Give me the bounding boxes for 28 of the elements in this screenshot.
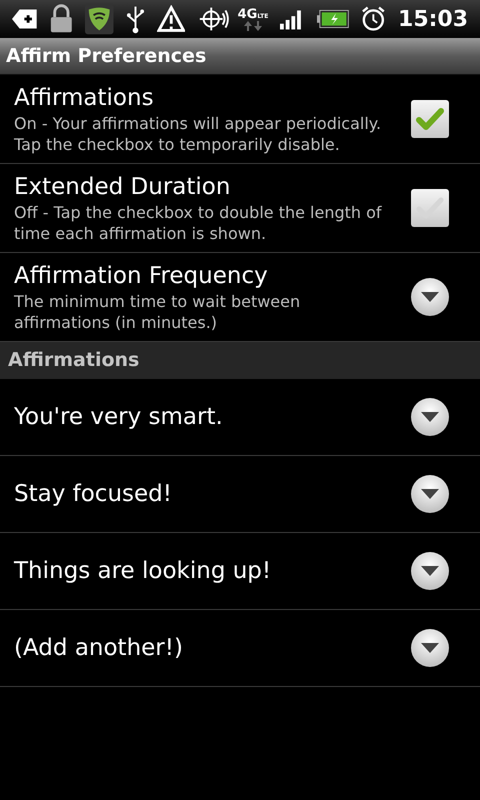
section-header-label: Affirmations: [8, 348, 140, 374]
clock-time: 15:03: [398, 6, 468, 34]
affirmation-text: Things are looking up!: [14, 556, 272, 586]
tag-plus-icon: [12, 9, 37, 29]
affirmation-text: You're very smart.: [14, 402, 224, 432]
affirmation-row[interactable]: Things are looking up!: [0, 533, 480, 610]
alarm-clock-icon: [361, 5, 386, 33]
checkbox[interactable]: [410, 188, 450, 228]
preference-summary: On - Your affirmations will appear periodically. Tap the checkbox to temporarily disable.: [14, 113, 382, 155]
affirmation-text: Stay focused!: [14, 480, 173, 509]
affirmation-row[interactable]: Stay focused!: [0, 456, 480, 533]
affirmation-text: (Add another!): [14, 634, 184, 663]
preference-title: Extended Duration: [14, 173, 232, 202]
preference-summary: The minimum time to wait between affirmations (in minutes.): [14, 291, 302, 333]
preference-summary: Off - Tap the checkbox to double the length of time each affirmation is shown.: [14, 202, 383, 244]
preference-row[interactable]: Affirmations On - Your affirmations will appear periodically. Tap the checkbox to temporarily disable.: [0, 75, 480, 164]
usb-icon: [126, 4, 145, 34]
lock-icon: [48, 4, 74, 34]
affirmation-row[interactable]: (Add another!): [0, 610, 480, 687]
battery-charging-icon: [317, 9, 350, 29]
checkbox[interactable]: [410, 99, 450, 139]
preference-title: Affirmations: [14, 84, 155, 113]
affirmation-row[interactable]: You're very smart.: [0, 379, 480, 456]
preference-title: Affirmation Frequency: [14, 262, 269, 291]
screen-title: Affirm Preferences: [6, 44, 206, 69]
data-arrows-icon: [242, 20, 263, 30]
preference-row[interactable]: Extended Duration Off - Tap the checkbox to double the length of time each affirmation is shown.: [0, 164, 480, 253]
warning-icon: [156, 5, 186, 33]
